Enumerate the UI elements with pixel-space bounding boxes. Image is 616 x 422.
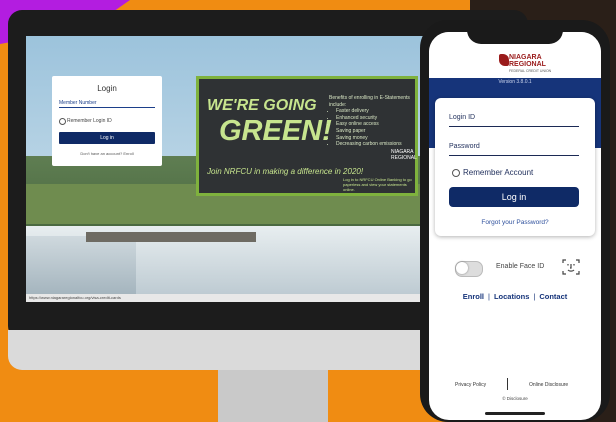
enroll-link[interactable]: Don't have an account? Enroll xyxy=(52,151,162,156)
phone-login-button[interactable]: Log in xyxy=(449,187,579,207)
benefit-item: Enhanced security xyxy=(336,115,413,122)
nrfcu-logo: NIAGARA REGIONAL FEDERAL CREDIT UNION xyxy=(509,54,551,75)
login-id-field[interactable]: Login ID xyxy=(449,114,475,121)
app-version: Version 3.8.0.1 xyxy=(498,79,532,85)
remember-account-label: Remember Account xyxy=(463,168,534,177)
logo-line2: REGIONAL xyxy=(509,61,546,68)
monitor-stand xyxy=(218,370,328,422)
password-field[interactable]: Password xyxy=(449,143,480,150)
copyright-text: © Disclosure xyxy=(502,396,528,401)
banner-join-text: Join NRFCU in making a difference in 202… xyxy=(207,167,364,176)
member-number-field[interactable]: Member Number xyxy=(59,100,97,106)
banner-logo: NIAGARA REGIONAL xyxy=(391,149,417,161)
remember-login-label: Remember Login ID xyxy=(67,118,112,124)
banner-headline-2: GREEN! xyxy=(219,115,332,147)
face-id-toggle-knob xyxy=(456,262,468,274)
remember-radio[interactable] xyxy=(59,118,66,125)
benefit-item: Decreasing carbon emissions xyxy=(336,141,413,148)
enroll-link[interactable]: Enroll xyxy=(463,292,484,301)
forgot-password-link[interactable]: Forgot your Password? xyxy=(429,219,601,226)
benefit-item: Saving money xyxy=(336,135,413,142)
member-number-underline xyxy=(59,107,155,108)
privacy-policy-link[interactable]: Privacy Policy xyxy=(455,382,486,388)
login-title: Login xyxy=(97,84,117,93)
banner-headline-1: WE'RE GOING xyxy=(207,97,317,114)
divider: | xyxy=(533,292,536,301)
locations-link[interactable]: Locations xyxy=(494,292,529,301)
status-url: https://www.niagararegionalfcu.org/visa-… xyxy=(26,294,426,302)
contact-link[interactable]: Contact xyxy=(539,292,567,301)
benefit-item: Easy online access xyxy=(336,121,413,128)
benefits-title: Benefits of enrolling in E-Statements in… xyxy=(329,95,410,108)
face-id-label: Enable Face ID xyxy=(496,263,545,270)
remember-account-radio[interactable] xyxy=(452,169,460,177)
footer-divider xyxy=(507,378,508,390)
green-banner[interactable]: WE'RE GOING GREEN! Join NRFCU in making … xyxy=(196,76,418,196)
monitor-login-card: Login Member Number Remember Login ID Lo… xyxy=(52,76,162,166)
phone-links: Enroll | Locations | Contact xyxy=(429,292,601,301)
face-id-icon[interactable] xyxy=(562,258,580,276)
phone-notch xyxy=(467,22,563,44)
nrfcu-logo-icon xyxy=(499,54,509,66)
benefit-item: Faster delivery xyxy=(336,108,413,115)
waterfall-left xyxy=(26,236,136,302)
login-id-underline xyxy=(449,126,579,127)
banner-note: Log in to NRFCU Online Banking to go pap… xyxy=(343,177,412,192)
benefit-item: Saving paper xyxy=(336,128,413,135)
home-indicator[interactable] xyxy=(485,412,545,415)
online-disclosure-link[interactable]: Online Disclosure xyxy=(529,382,568,388)
phone-screen: NIAGARA REGIONAL FEDERAL CREDIT UNION Ve… xyxy=(429,32,601,420)
monitor-screen: Login Member Number Remember Login ID Lo… xyxy=(26,36,426,302)
login-button[interactable]: Log in xyxy=(59,132,155,144)
logo-line3: FEDERAL CREDIT UNION xyxy=(509,69,552,73)
password-underline xyxy=(449,155,579,156)
logo-line1: NIAGARA xyxy=(509,54,542,61)
bridge xyxy=(86,232,256,242)
banner-benefits: Benefits of enrolling in E-Statements in… xyxy=(329,95,413,148)
divider: | xyxy=(488,292,490,301)
